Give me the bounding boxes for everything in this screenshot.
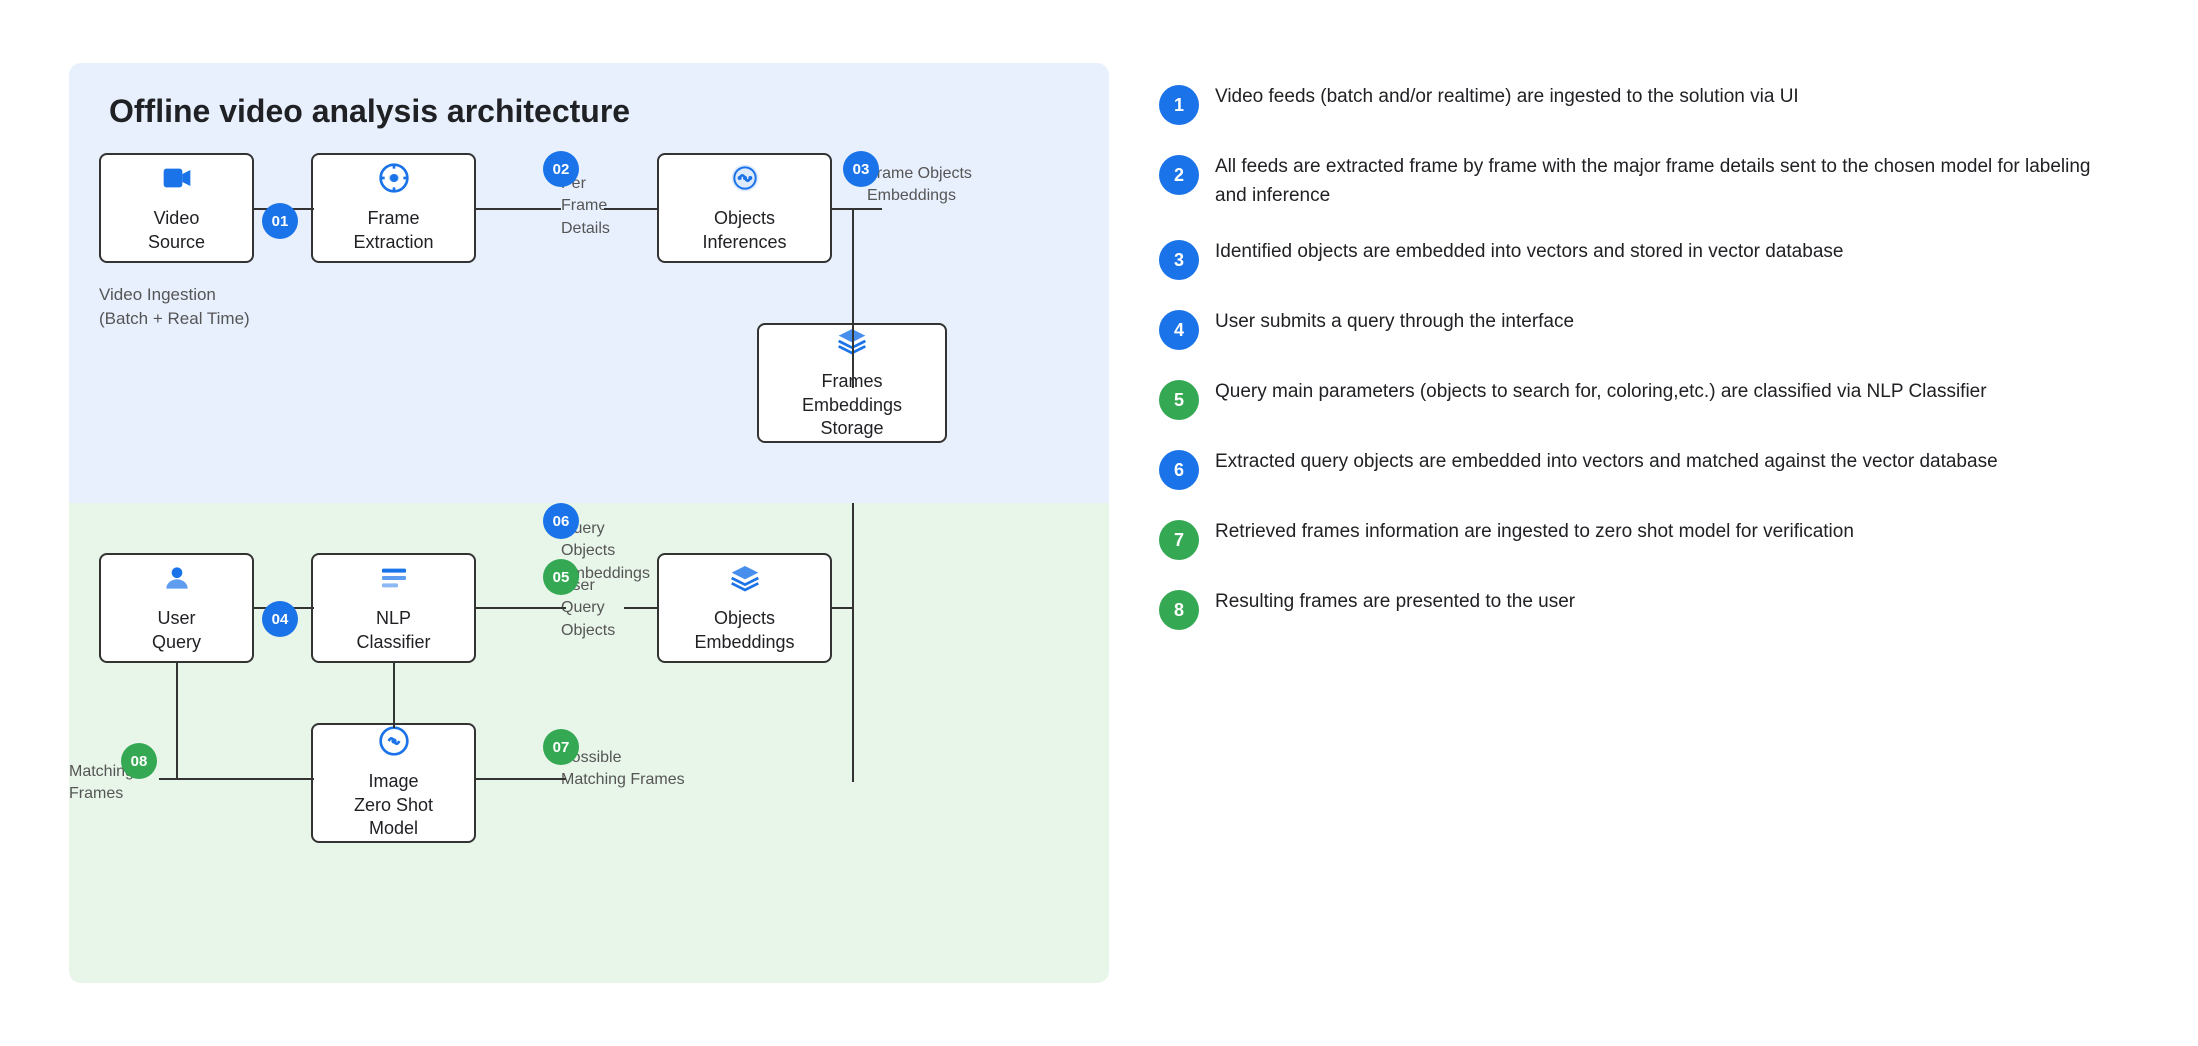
page-container: Offline video analysis architecture Vide… xyxy=(49,43,2149,1003)
badge-05: 05 xyxy=(543,559,579,595)
connector-b5 xyxy=(852,503,854,607)
legend-badge-1: 1 xyxy=(1159,85,1199,125)
legend-badge-8: 8 xyxy=(1159,590,1199,630)
connector-b4 xyxy=(832,607,852,609)
bottom-section: User Query 04 NLP Classifier 05 User Que… xyxy=(69,503,1109,983)
video-ingestion-label: Video Ingestion(Batch + Real Time) xyxy=(99,283,250,331)
user-query-label: User Query xyxy=(152,607,201,654)
connector-3 xyxy=(604,208,659,210)
connector-b6 xyxy=(393,663,395,728)
frame-extraction-label: Frame Extraction xyxy=(353,207,433,254)
connector-2 xyxy=(476,208,561,210)
video-source-label: Video Source xyxy=(148,207,205,254)
connector-4 xyxy=(832,208,882,210)
legend-item-1: 1 Video feeds (batch and/or realtime) are… xyxy=(1159,83,2119,125)
legend-item-2: 2 All feeds are extracted frame by frame … xyxy=(1159,153,2119,210)
legend-text-1: Video feeds (batch and/or realtime) are … xyxy=(1215,83,2119,112)
top-section: Offline video analysis architecture Vide… xyxy=(69,63,1109,503)
page-title: Offline video analysis architecture xyxy=(109,93,1069,130)
objects-embeddings-label: Objects Embeddings xyxy=(694,607,794,654)
user-query-icon xyxy=(161,562,193,601)
nlp-classifier-icon xyxy=(378,562,410,601)
connector-b7 xyxy=(476,778,566,780)
image-zero-shot-box: Image Zero Shot Model xyxy=(311,723,476,843)
badge-01: 01 xyxy=(262,203,298,239)
frame-objects-embeddings-label: Frame Objects Embeddings xyxy=(867,163,972,208)
possible-matching-frames-label: Possible Matching Frames xyxy=(561,747,685,792)
legend-badge-3: 3 xyxy=(1159,240,1199,280)
badge-04: 04 xyxy=(262,601,298,637)
legend-badge-5: 5 xyxy=(1159,380,1199,420)
connector-b2 xyxy=(476,607,566,609)
connector-b10 xyxy=(176,663,178,778)
legend-area: 1 Video feeds (batch and/or realtime) are… xyxy=(1149,63,2129,650)
legend-item-3: 3 Identified objects are embedded into ve… xyxy=(1159,238,2119,280)
image-zero-shot-label: Image Zero Shot Model xyxy=(354,770,433,840)
legend-badge-7: 7 xyxy=(1159,520,1199,560)
badge-07: 07 xyxy=(543,729,579,765)
diagram-area: Offline video analysis architecture Vide… xyxy=(69,63,1109,983)
frame-extraction-icon xyxy=(378,162,410,201)
badge-02: 02 xyxy=(543,151,579,187)
badge-03: 03 xyxy=(843,151,879,187)
video-source-icon xyxy=(161,162,193,201)
objects-embeddings-box: Objects Embeddings xyxy=(657,553,832,663)
connector-b3 xyxy=(624,607,659,609)
legend-item-5: 5 Query main parameters (objects to searc… xyxy=(1159,378,2119,420)
connector-5 xyxy=(852,208,854,388)
legend-text-3: Identified objects are embedded into vec… xyxy=(1215,238,2119,267)
connector-b9 xyxy=(159,778,314,780)
legend-badge-4: 4 xyxy=(1159,310,1199,350)
legend-item-6: 6 Extracted query objects are embedded in… xyxy=(1159,448,2119,490)
image-zero-shot-icon xyxy=(378,725,410,764)
objects-inferences-box: Objects Inferences xyxy=(657,153,832,263)
legend-text-6: Extracted query objects are embedded int… xyxy=(1215,448,2119,477)
legend-item-7: 7 Retrieved frames information are ingest… xyxy=(1159,518,2119,560)
legend-text-2: All feeds are extracted frame by frame w… xyxy=(1215,153,2119,210)
objects-inferences-label: Objects Inferences xyxy=(702,207,786,254)
video-source-box: Video Source xyxy=(99,153,254,263)
legend-item-4: 4 User submits a query through the interf… xyxy=(1159,308,2119,350)
objects-inferences-icon xyxy=(729,162,761,201)
badge-06: 06 xyxy=(543,503,579,539)
objects-embeddings-icon xyxy=(729,562,761,601)
legend-badge-6: 6 xyxy=(1159,450,1199,490)
user-query-box: User Query xyxy=(99,553,254,663)
nlp-classifier-label: NLP Classifier xyxy=(356,607,430,654)
connector-b8 xyxy=(852,607,854,782)
legend-badge-2: 2 xyxy=(1159,155,1199,195)
legend-text-4: User submits a query through the interfa… xyxy=(1215,308,2119,337)
badge-08: 08 xyxy=(121,743,157,779)
legend-item-8: 8 Resulting frames are presented to the u… xyxy=(1159,588,2119,630)
legend-text-5: Query main parameters (objects to search… xyxy=(1215,378,2119,407)
frame-extraction-box: Frame Extraction xyxy=(311,153,476,263)
legend-text-8: Resulting frames are presented to the us… xyxy=(1215,588,2119,617)
legend-text-7: Retrieved frames information are ingeste… xyxy=(1215,518,2119,547)
nlp-classifier-box: NLP Classifier xyxy=(311,553,476,663)
